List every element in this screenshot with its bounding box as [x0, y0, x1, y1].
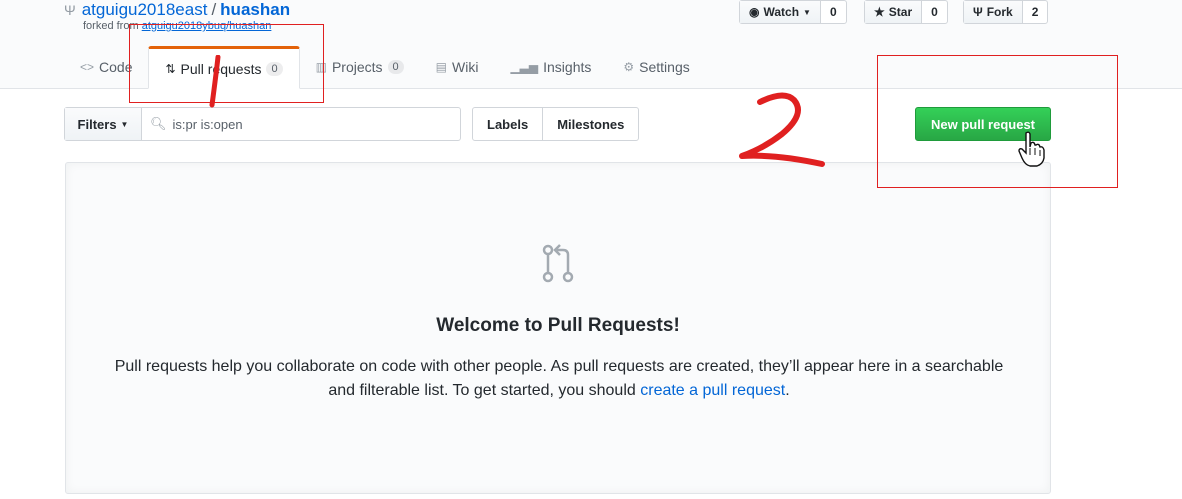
fork-label: Fork [986, 5, 1013, 19]
tab-wiki[interactable]: ▤ Wiki [420, 46, 495, 88]
watch-label: Watch [763, 5, 800, 19]
graph-icon: ▁▃▅ [510, 60, 539, 74]
watch-button[interactable]: ◉ Watch ▼ [740, 1, 821, 23]
annotation-box-2 [877, 55, 1118, 188]
search-input[interactable]: 🔍︎ is:pr is:open [142, 108, 460, 140]
create-pull-request-link[interactable]: create a pull request [640, 382, 785, 399]
repo-title: Ψatguigu2018east / huashan [64, 0, 290, 20]
tab-settings[interactable]: ⚙ Settings [607, 46, 705, 88]
caret-down-icon: ▼ [120, 119, 129, 129]
fork-button[interactable]: Ψ Fork [964, 1, 1023, 23]
filters-label: Filters [77, 116, 117, 132]
blankslate-text-line2: and filterable list. To get started, you… [328, 382, 636, 399]
tab-code-label: Code [99, 59, 133, 75]
fork-count[interactable]: 2 [1023, 1, 1048, 23]
blankslate-text-line1: Pull requests help you collaborate on co… [114, 358, 1004, 375]
blankslate-title: Welcome to Pull Requests! [436, 315, 680, 336]
star-count[interactable]: 0 [922, 1, 947, 23]
gear-icon: ⚙ [623, 60, 635, 74]
annotation-mark-1 [209, 55, 221, 108]
star-button[interactable]: ★ Star [865, 1, 923, 23]
annotation-mark-2 [739, 92, 825, 167]
search-icon: 🔍︎ [150, 116, 167, 131]
search-input-value: is:pr is:open [172, 116, 243, 132]
tab-projects-label: Projects [331, 59, 383, 75]
filters-button[interactable]: Filters ▼ [65, 108, 142, 140]
repo-name-link[interactable]: huashan [220, 0, 290, 19]
repo-forked-icon: Ψ [64, 2, 76, 18]
book-icon: ▤ [435, 60, 447, 74]
filters-search-group: Filters ▼ 🔍︎ is:pr is:open [64, 107, 461, 141]
watch-group: ◉ Watch ▼ 0 [739, 0, 847, 24]
fork-group: Ψ Fork 2 [963, 0, 1049, 24]
blankslate-period: . [785, 382, 790, 399]
hand-cursor-icon [1018, 131, 1045, 167]
milestones-button[interactable]: Milestones [543, 108, 638, 140]
star-group: ★ Star 0 [864, 0, 948, 24]
star-icon: ★ [874, 5, 885, 19]
caret-down-icon: ▼ [803, 7, 811, 17]
repo-owner-link[interactable]: atguigu2018east [82, 0, 208, 19]
blankslate-text: Pull requests help you collaborate on co… [106, 355, 1012, 403]
eye-icon: ◉ [749, 5, 760, 19]
fork-icon: Ψ [973, 5, 983, 19]
tab-insights-label: Insights [543, 59, 592, 75]
labels-button[interactable]: Labels [473, 108, 544, 140]
blankslate: Welcome to Pull Requests! Pull requests … [65, 162, 1051, 494]
projects-counter: 0 [387, 60, 404, 74]
tab-insights[interactable]: ▁▃▅ Insights [494, 46, 607, 88]
labels-milestones-group: Labels Milestones [472, 107, 640, 141]
star-label: Star [888, 5, 913, 19]
git-pull-request-icon [542, 243, 576, 283]
watch-count[interactable]: 0 [821, 1, 846, 23]
repo-separator: / [211, 0, 217, 19]
tab-wiki-label: Wiki [452, 59, 479, 75]
code-icon: <> [80, 60, 95, 74]
tab-settings-label: Settings [639, 59, 690, 75]
